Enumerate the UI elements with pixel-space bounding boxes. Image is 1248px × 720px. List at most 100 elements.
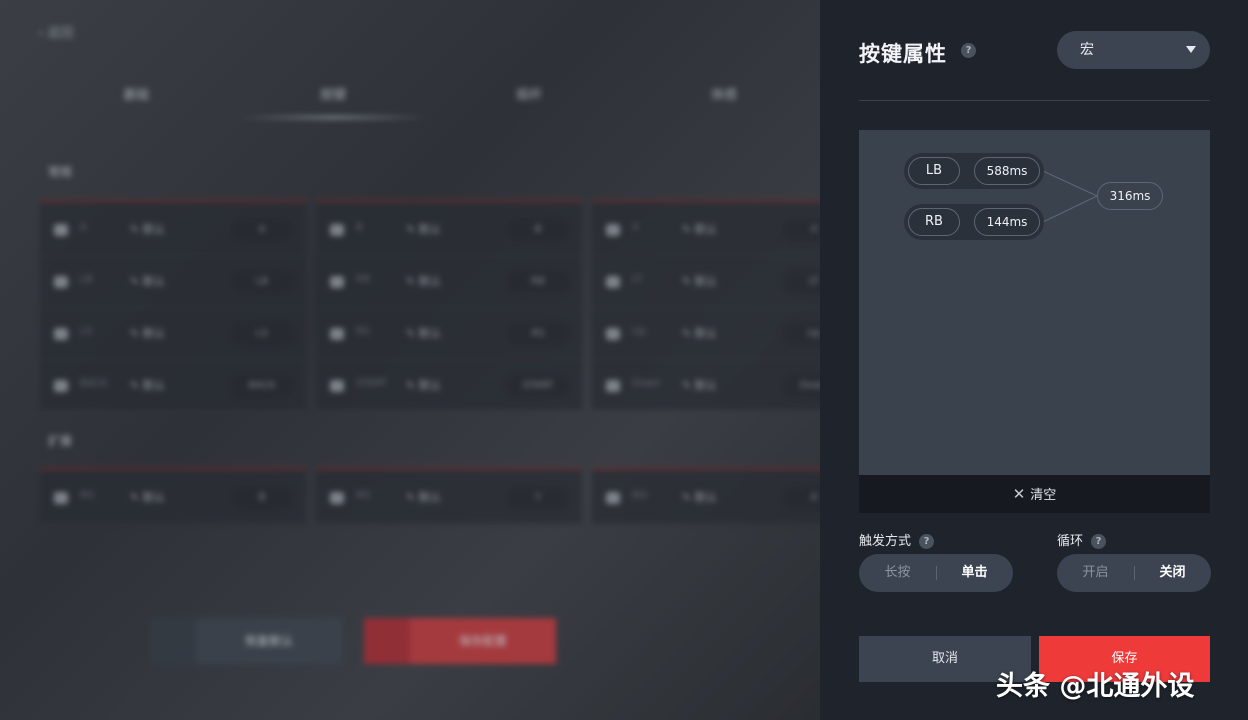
key-row[interactable]: B ✎ 默认 B: [316, 204, 582, 256]
key-value[interactable]: RB: [506, 270, 570, 294]
stick-icon: [54, 328, 68, 340]
key-value[interactable]: Up: [782, 322, 820, 346]
macro-key-icon: [330, 492, 344, 504]
key-row[interactable]: Down ✎ 默认 Down: [592, 360, 820, 412]
loop-on-option[interactable]: 开启: [1057, 554, 1134, 592]
edit-label[interactable]: ✎ 默认: [406, 273, 441, 289]
key-row[interactable]: Up ✎ 默认 Up: [592, 308, 820, 360]
macro-step-key[interactable]: LB: [908, 157, 960, 185]
tab-basic[interactable]: 基础: [123, 84, 149, 103]
key-row[interactable]: X ✎ 默认 X: [592, 204, 820, 256]
key-row[interactable]: A ✎ 默认 A: [40, 204, 306, 256]
dpad-up-icon: [606, 328, 620, 340]
section-normal-title: 常规: [48, 165, 73, 179]
key-row[interactable]: LS ✎ 默认 LS: [40, 308, 306, 360]
key-value[interactable]: A: [782, 486, 820, 510]
back-link[interactable]: ‹ 返回: [38, 22, 73, 41]
edit-label[interactable]: ✎ 默认: [682, 325, 717, 341]
key-row[interactable]: M1 ✎ 默认 B: [40, 472, 306, 524]
key-name: START: [356, 378, 387, 389]
key-row[interactable]: RB ✎ 默认 RB: [316, 256, 582, 308]
key-property-panel: 按键属性 ? 宏 LB 588ms RB 144ms 316ms ✕ 清空 触发方…: [820, 0, 1248, 720]
help-icon[interactable]: ?: [1091, 534, 1107, 549]
macro-step-2[interactable]: RB 144ms: [904, 204, 1044, 240]
trigger-long-press-option[interactable]: 长按: [859, 554, 936, 592]
clear-label: 清空: [1030, 488, 1057, 503]
key-name: LB: [80, 274, 93, 285]
key-type-value: 宏: [1080, 42, 1094, 58]
trigger-single-click-option[interactable]: 单击: [936, 554, 1013, 592]
key-value[interactable]: B: [230, 486, 294, 510]
key-name: BACK: [80, 378, 108, 389]
key-value[interactable]: Y: [506, 486, 570, 510]
key-value[interactable]: START: [506, 374, 570, 398]
key-row[interactable]: START ✎ 默认 START: [316, 360, 582, 412]
clear-button[interactable]: ✕ 清空: [859, 475, 1210, 513]
macro-delay[interactable]: 316ms: [1097, 182, 1163, 210]
edit-text: 默认: [418, 275, 441, 288]
key-row[interactable]: M3 ✎ 默认 A: [592, 472, 820, 524]
extend-panel-3: M3 ✎ 默认 A: [592, 468, 820, 524]
reset-default-button[interactable]: 恢复默认: [150, 618, 342, 664]
bumper-icon: [330, 276, 344, 288]
macro-step-1[interactable]: LB 588ms: [904, 153, 1044, 189]
stick-icon: [330, 328, 344, 340]
edit-label[interactable]: ✎ 默认: [406, 377, 441, 393]
edit-label[interactable]: ✎ 默认: [682, 489, 717, 505]
edit-label[interactable]: ✎ 默认: [130, 273, 165, 289]
key-name: A: [80, 222, 87, 233]
edit-text: 默认: [142, 379, 165, 392]
edit-label[interactable]: ✎ 默认: [682, 221, 717, 237]
key-panel-1: A ✎ 默认 A LB ✎ 默认 LB LS ✎ 默认 LS BACK ✎ 默认 BACK: [40, 200, 306, 410]
button-icon: [330, 224, 344, 236]
key-value[interactable]: LT: [782, 270, 820, 294]
trigger-icon: [606, 276, 620, 288]
tab-stick[interactable]: 摇杆: [516, 84, 542, 103]
edit-label[interactable]: ✎ 默认: [682, 273, 717, 289]
background-app: ‹ 返回 基础 按键 摇杆 体感 常规 A ✎ 默认 A LB ✎ 默认 LB LS ✎ …: [0, 0, 820, 720]
key-value[interactable]: A: [230, 218, 294, 242]
edit-label[interactable]: ✎ 默认: [406, 325, 441, 341]
edit-label[interactable]: ✎ 默认: [406, 489, 441, 505]
key-value[interactable]: BACK: [230, 374, 294, 398]
button-icon: [606, 224, 620, 236]
edit-text: 默认: [418, 379, 441, 392]
key-value[interactable]: B: [506, 218, 570, 242]
key-name: Down: [632, 378, 661, 389]
macro-step-duration[interactable]: 144ms: [974, 208, 1040, 236]
edit-label[interactable]: ✎ 默认: [130, 325, 165, 341]
key-row[interactable]: M2 ✎ 默认 Y: [316, 472, 582, 524]
edit-label[interactable]: ✎ 默认: [130, 377, 165, 393]
key-type-select[interactable]: 宏: [1057, 31, 1210, 69]
extend-panel-1: M1 ✎ 默认 B: [40, 468, 306, 524]
header-divider: [859, 100, 1210, 101]
edit-label[interactable]: ✎ 默认: [130, 489, 165, 505]
loop-off-option[interactable]: 关闭: [1134, 554, 1211, 592]
close-icon: ✕: [1012, 485, 1026, 503]
key-row[interactable]: LT ✎ 默认 LT: [592, 256, 820, 308]
key-value[interactable]: Down: [782, 374, 820, 398]
key-value[interactable]: RS: [506, 322, 570, 346]
key-row[interactable]: BACK ✎ 默认 BACK: [40, 360, 306, 412]
edit-label[interactable]: ✎ 默认: [682, 377, 717, 393]
loop-toggle[interactable]: 开启 关闭: [1057, 554, 1211, 592]
edit-text: 默认: [694, 491, 717, 504]
key-name: M3: [632, 490, 647, 501]
macro-step-key[interactable]: RB: [908, 208, 960, 236]
edit-label[interactable]: ✎ 默认: [130, 221, 165, 237]
tab-motion[interactable]: 体感: [711, 84, 737, 103]
macro-step-duration[interactable]: 588ms: [974, 157, 1040, 185]
key-row[interactable]: RS ✎ 默认 RS: [316, 308, 582, 360]
key-value[interactable]: LS: [230, 322, 294, 346]
apply-config-button[interactable]: 保存配置: [364, 618, 556, 664]
tab-keys[interactable]: 按键: [320, 84, 346, 103]
help-icon[interactable]: ?: [961, 43, 976, 58]
key-value[interactable]: LB: [230, 270, 294, 294]
key-value[interactable]: X: [782, 218, 820, 242]
help-icon[interactable]: ?: [919, 534, 935, 549]
macro-editor-canvas[interactable]: LB 588ms RB 144ms 316ms: [859, 130, 1210, 475]
trigger-mode-toggle[interactable]: 长按 单击: [859, 554, 1013, 592]
key-name: RS: [356, 326, 370, 337]
key-row[interactable]: LB ✎ 默认 LB: [40, 256, 306, 308]
edit-label[interactable]: ✎ 默认: [406, 221, 441, 237]
